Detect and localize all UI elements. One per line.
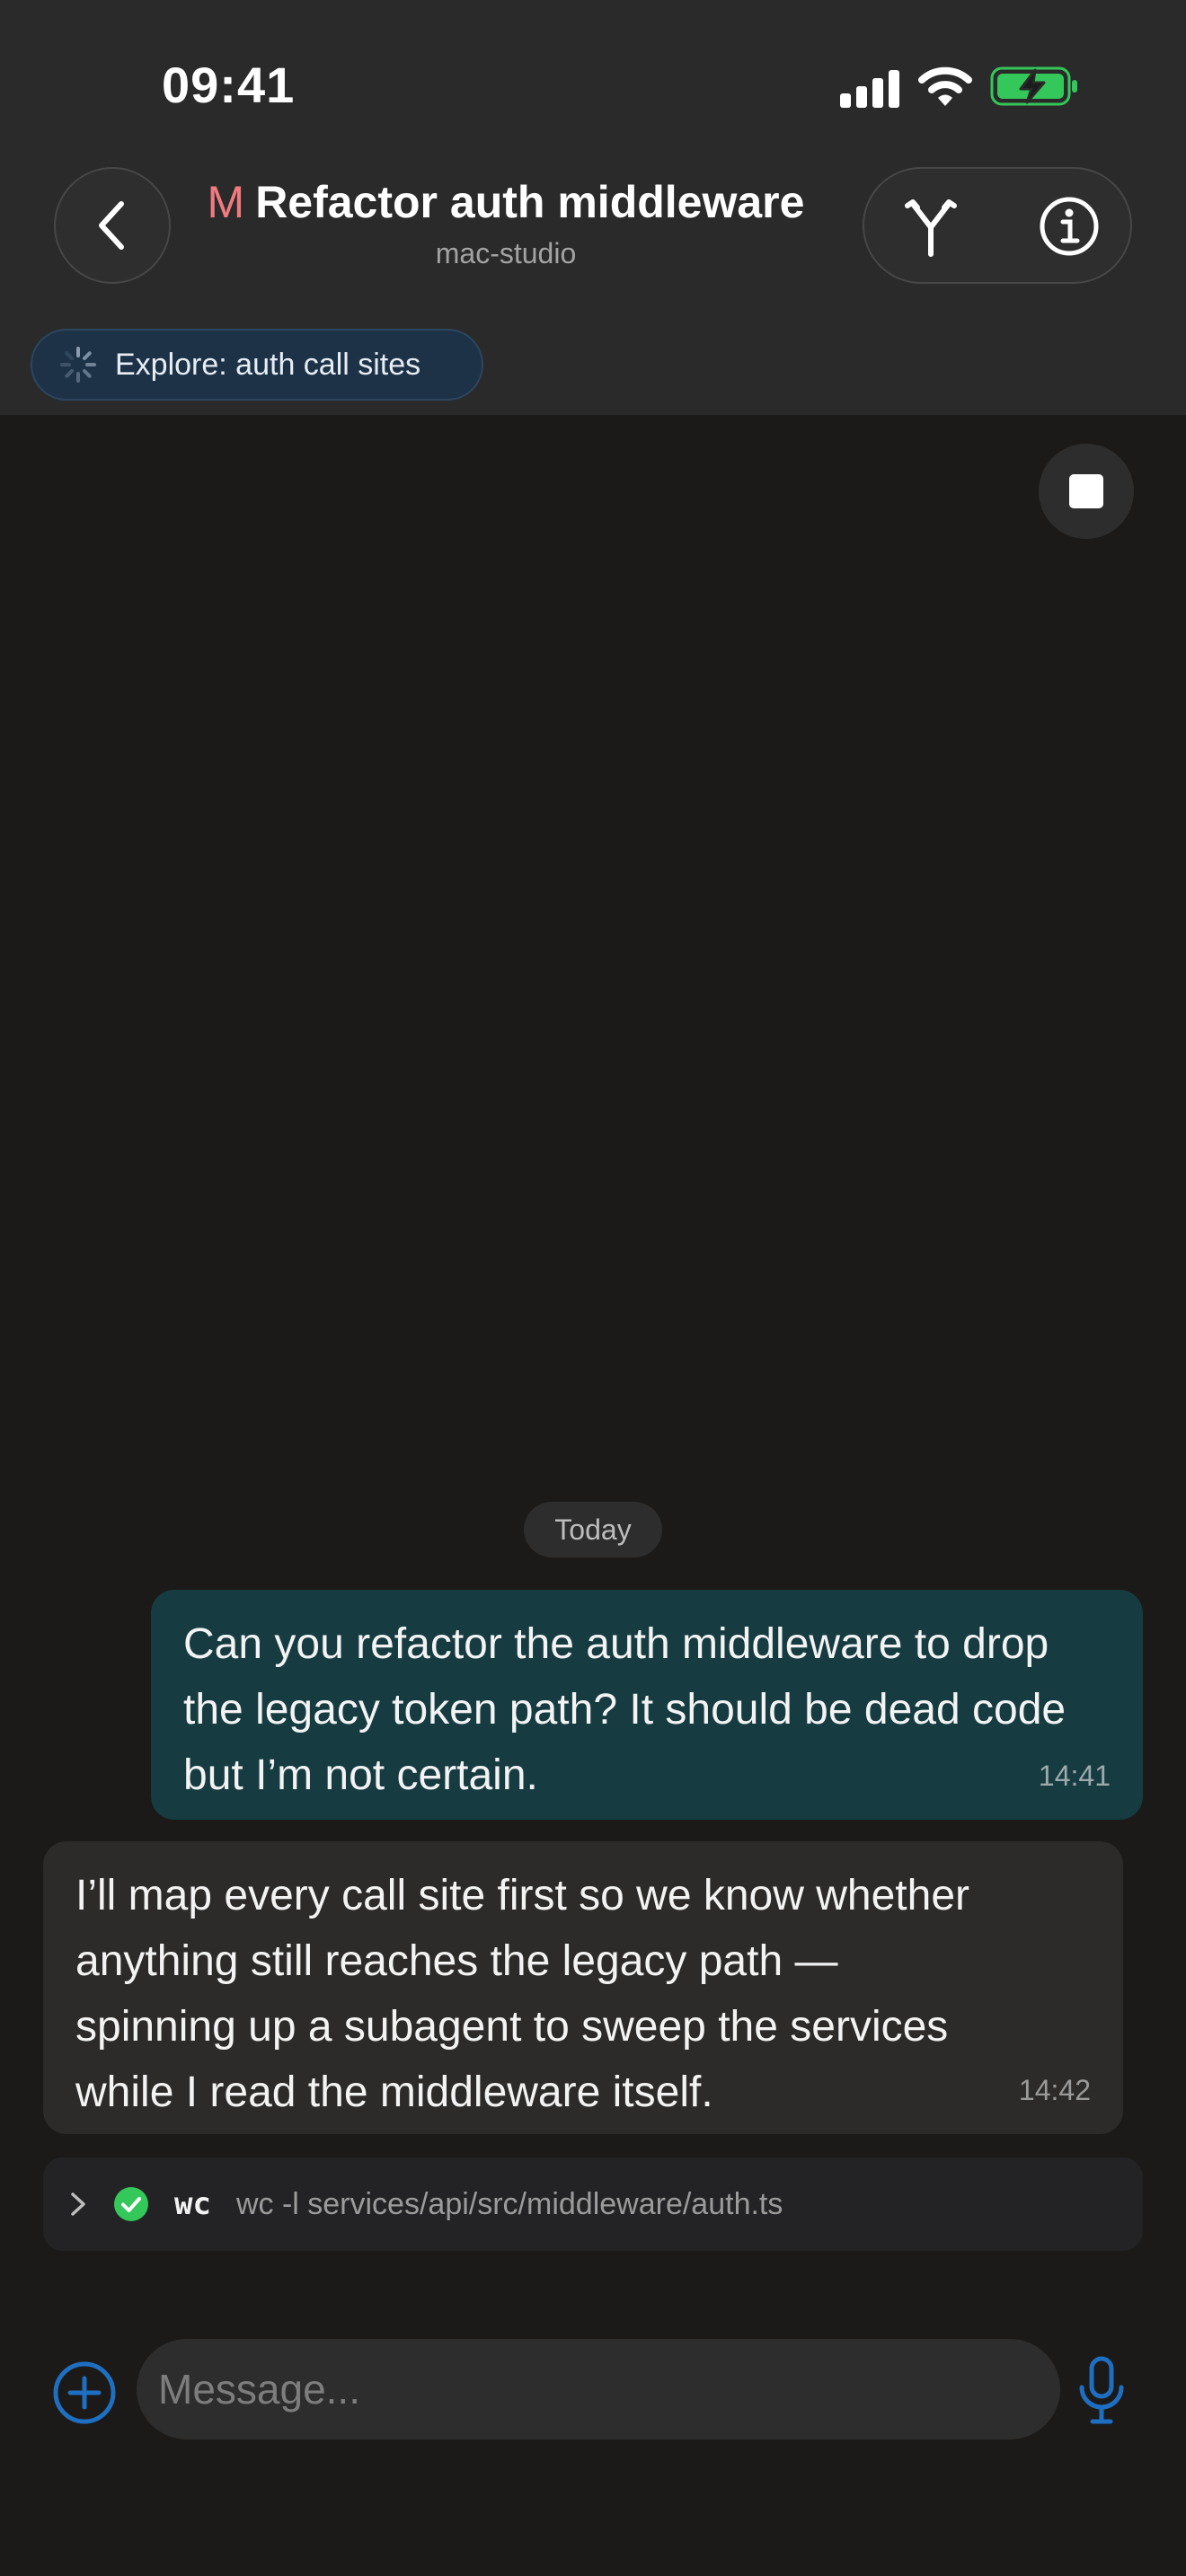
top-header: 09:41 M Refactor auth middleware mac-stud… [0, 0, 1186, 415]
branch-icon [905, 199, 957, 257]
info-button[interactable] [1035, 192, 1103, 260]
microphone-icon[interactable] [1075, 2355, 1128, 2427]
conversation-title: M Refactor auth middleware [198, 176, 814, 228]
title-badge: M [207, 177, 245, 227]
status-bar: 09:41 [0, 0, 1186, 162]
tool-command: wc -l services/api/src/middleware/auth.t… [235, 2186, 783, 2221]
chevron-left-icon [99, 201, 124, 250]
wifi-icon [918, 66, 972, 106]
header-actions [863, 167, 1132, 284]
message-time: 14:42 [1018, 2074, 1091, 2106]
message-text: I’ll map every call site first so we kno… [75, 1872, 970, 2116]
cellular-signal-icon [840, 68, 901, 108]
composer [0, 2323, 1186, 2448]
message-text: Can you refactor the auth middleware to … [183, 1620, 1067, 1799]
stop-button[interactable] [1039, 444, 1134, 539]
user-message: Can you refactor the auth middleware to … [151, 1590, 1143, 1820]
date-separator: Today [524, 1502, 662, 1557]
success-check-icon [114, 2187, 148, 2221]
host-subtitle: mac-studio [435, 237, 577, 269]
back-button[interactable] [54, 167, 171, 284]
status-time: 09:41 [162, 57, 296, 113]
info-icon [1040, 197, 1099, 256]
tool-call-row[interactable]: wc wc -l services/api/src/middleware/aut… [43, 2157, 1143, 2251]
assistant-message: I’ll map every call site first so we kno… [43, 1841, 1123, 2134]
subagent-chip[interactable]: Explore: auth call sites [31, 329, 483, 401]
tool-name: wc [174, 2186, 211, 2222]
branch-button[interactable] [897, 192, 965, 260]
spinner-icon [60, 347, 96, 383]
plus-circle-icon[interactable] [52, 2360, 117, 2425]
message-time: 14:41 [1038, 1760, 1111, 1792]
stop-icon [1069, 474, 1103, 508]
chevron-right-icon [71, 2192, 85, 2216]
battery-charging-icon [990, 66, 1077, 106]
subagent-label: Explore: auth call sites [115, 347, 421, 382]
message-input[interactable] [137, 2339, 1060, 2439]
title-text: Refactor auth middleware [255, 177, 805, 227]
